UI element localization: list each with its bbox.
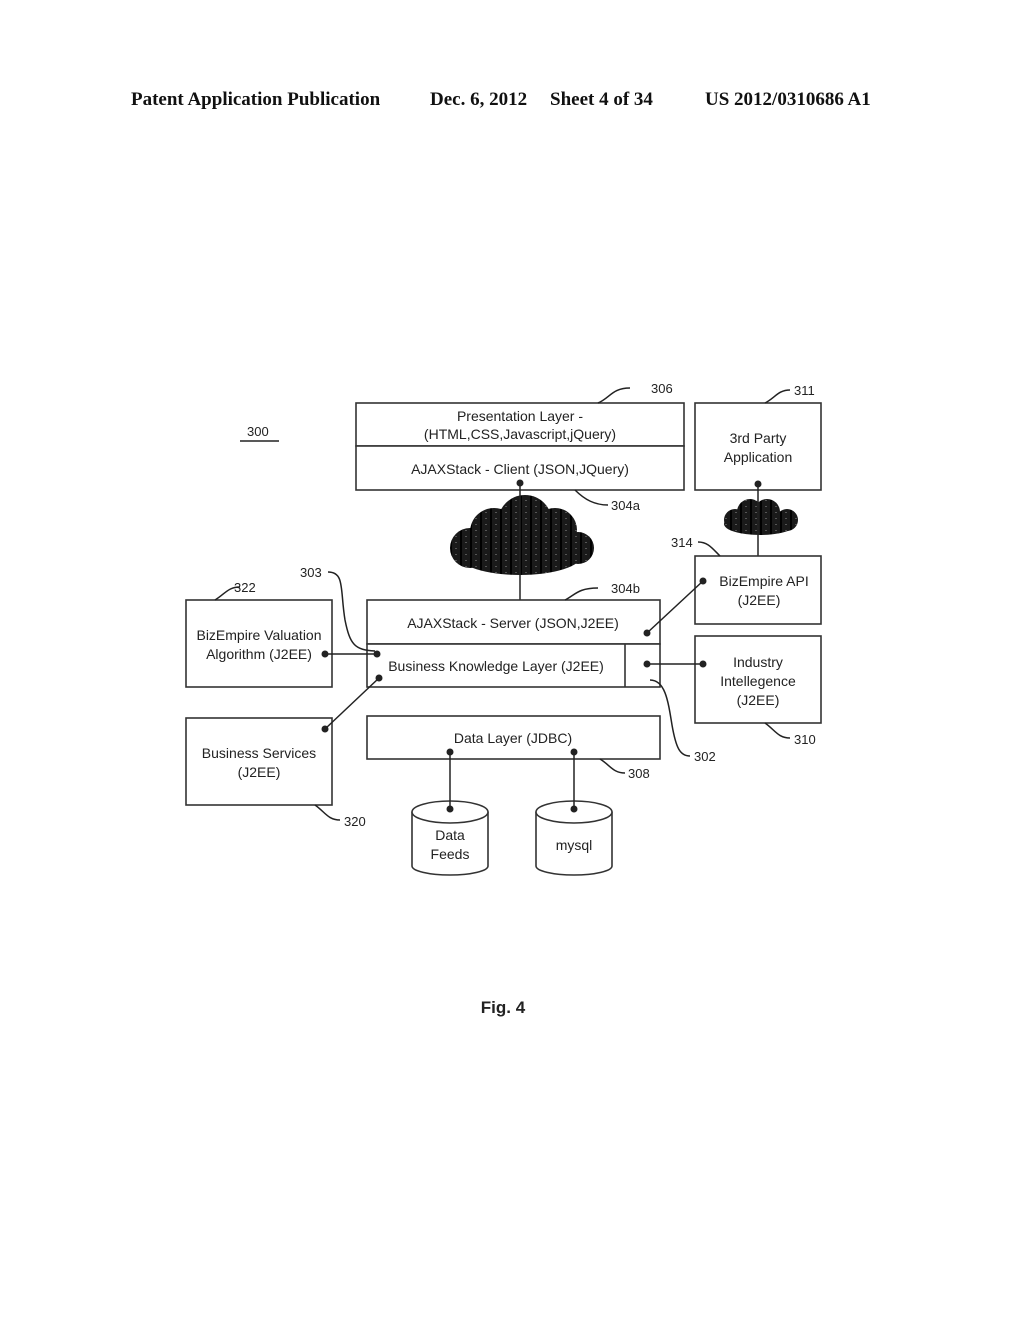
leader-306 bbox=[597, 387, 631, 404]
third-party-application-box: 3rd Party Application bbox=[694, 402, 822, 491]
data-layer-box: Data Layer (JDBC) bbox=[366, 715, 661, 760]
architecture-diagram: 300 Presentation Layer - (HTML,CSS,Javas… bbox=[185, 381, 822, 1017]
industry-line3: (J2EE) bbox=[737, 692, 780, 708]
mysql-label: mysql bbox=[556, 837, 593, 853]
ref-308: 308 bbox=[628, 766, 650, 781]
internet-cloud-icon bbox=[450, 495, 594, 575]
presentation-layer-box: Presentation Layer - (HTML,CSS,Javascrip… bbox=[355, 402, 685, 447]
connector-dot bbox=[699, 577, 707, 585]
third-party-line2: Application bbox=[724, 449, 793, 465]
industry-intelligence-box: Industry Intellegence (J2EE) bbox=[694, 635, 822, 724]
ajax-server-box: AJAXStack - Server (JSON,J2EE) bbox=[366, 599, 661, 645]
connector-dot bbox=[699, 660, 707, 668]
ref-306: 306 bbox=[651, 381, 673, 396]
valuation-algorithm-box: BizEmpire Valuation Algorithm (J2EE) bbox=[185, 599, 333, 688]
valuation-line1: BizEmpire Valuation bbox=[196, 627, 321, 643]
ref-304b: 304b bbox=[611, 581, 640, 596]
ref-302: 302 bbox=[694, 749, 716, 764]
ref-303: 303 bbox=[300, 565, 322, 580]
connector-dot bbox=[446, 748, 454, 756]
ref-320: 320 bbox=[344, 814, 366, 829]
data-layer-label: Data Layer (JDBC) bbox=[454, 730, 572, 746]
ref-314: 314 bbox=[671, 535, 693, 550]
connector-dot bbox=[446, 805, 454, 813]
ref-311: 311 bbox=[794, 383, 815, 398]
data-feeds-line2: Feeds bbox=[431, 846, 470, 862]
leader-311 bbox=[764, 389, 791, 404]
business-knowledge-layer-box: Business Knowledge Layer (J2EE) bbox=[366, 643, 661, 688]
ref-304a: 304a bbox=[611, 498, 641, 513]
figure-id-label: 300 bbox=[247, 424, 269, 439]
connector-dot bbox=[375, 674, 383, 682]
presentation-layer-line1: Presentation Layer - bbox=[457, 408, 583, 424]
business-services-line2: (J2EE) bbox=[238, 764, 281, 780]
valuation-line2: Algorithm (J2EE) bbox=[206, 646, 312, 662]
ajax-client-label: AJAXStack - Client (JSON,JQuery) bbox=[411, 461, 629, 477]
leader-308 bbox=[599, 758, 626, 774]
connector-dot bbox=[570, 805, 578, 813]
leader-310 bbox=[764, 722, 791, 739]
ajax-server-label: AJAXStack - Server (JSON,J2EE) bbox=[407, 615, 619, 631]
business-services-line1: Business Services bbox=[202, 745, 316, 761]
connector-dot bbox=[570, 748, 578, 756]
leader-314 bbox=[697, 541, 721, 557]
connector-dot bbox=[516, 479, 524, 487]
presentation-layer-line2: (HTML,CSS,Javascript,jQuery) bbox=[424, 426, 616, 442]
connector-dot bbox=[321, 725, 329, 733]
leader-304a bbox=[574, 489, 609, 506]
business-knowledge-label: Business Knowledge Layer (J2EE) bbox=[388, 658, 604, 674]
connector-dot bbox=[321, 650, 329, 658]
api-line1: BizEmpire API bbox=[719, 573, 808, 589]
connector-dot bbox=[643, 660, 651, 668]
industry-line1: Industry bbox=[733, 654, 783, 670]
bizempire-api-box: BizEmpire API (J2EE) bbox=[694, 555, 822, 625]
ref-322: 322 bbox=[234, 580, 256, 595]
api-cloud-icon bbox=[724, 499, 798, 535]
industry-line2: Intellegence bbox=[720, 673, 796, 689]
third-party-line1: 3rd Party bbox=[730, 430, 787, 446]
business-services-box: Business Services (J2EE) bbox=[185, 717, 333, 806]
connector-dot bbox=[643, 629, 651, 637]
figure-caption: Fig. 4 bbox=[481, 998, 526, 1017]
data-feeds-line1: Data bbox=[435, 827, 465, 843]
connector-dot bbox=[754, 480, 762, 488]
api-line2: (J2EE) bbox=[738, 592, 781, 608]
leader-304b bbox=[564, 587, 599, 601]
ref-310: 310 bbox=[794, 732, 816, 747]
leader-320 bbox=[314, 804, 341, 821]
